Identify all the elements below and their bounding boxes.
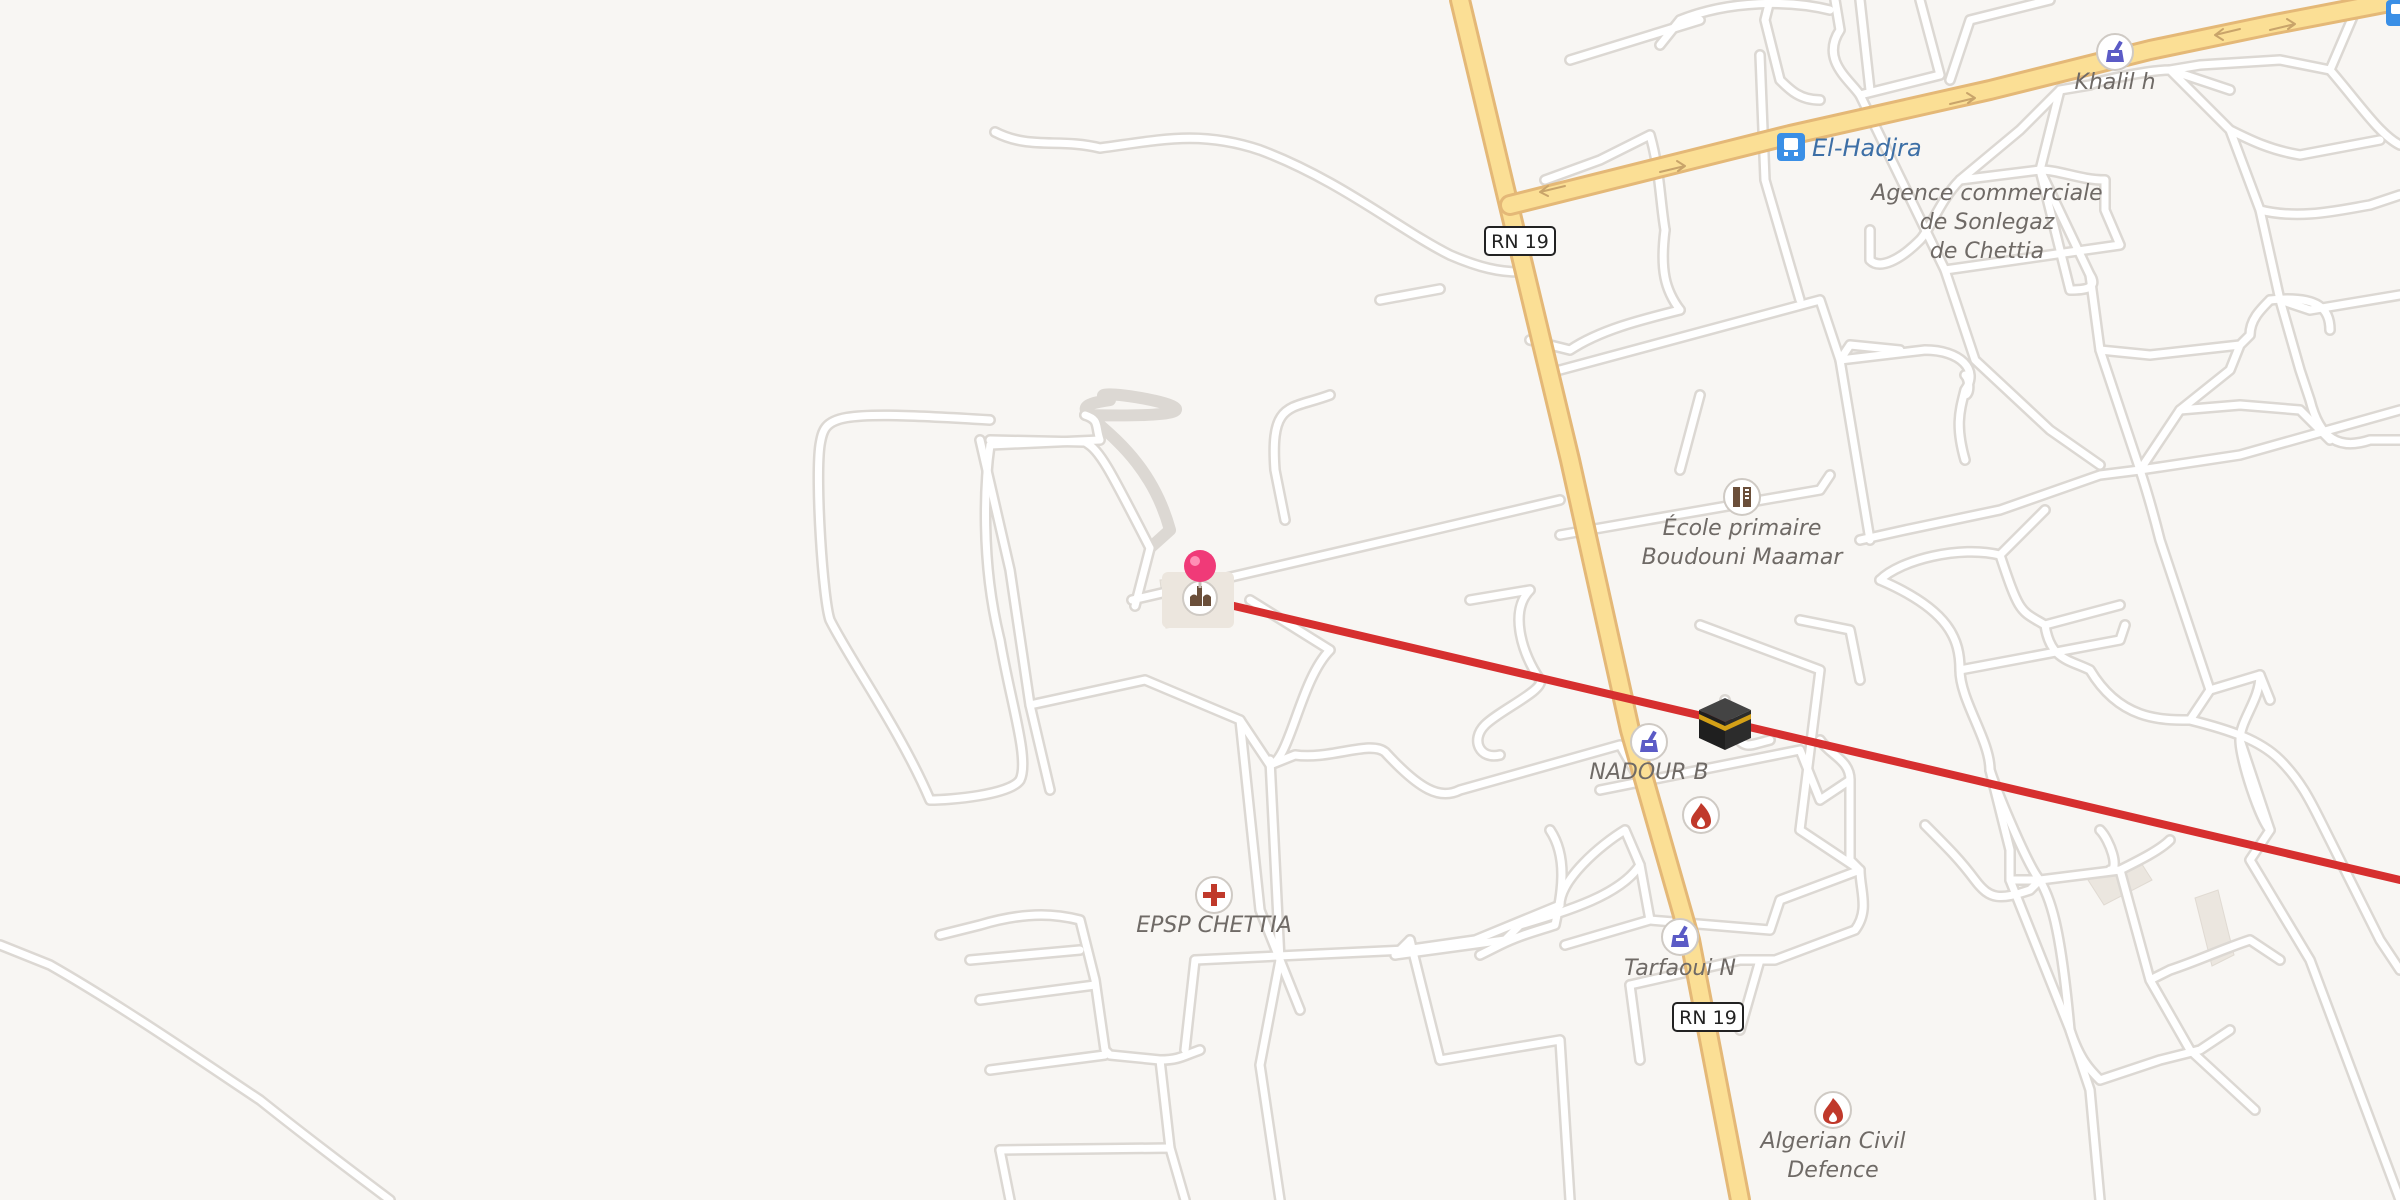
pharmacy-icon — [2096, 33, 2134, 71]
pharmacy-icon — [1630, 723, 1668, 761]
poi-label: Khalil h — [2074, 70, 2155, 95]
bus-stop-el-hadjra[interactable]: El-Hadjra — [1777, 133, 1922, 162]
poi-label: NADOUR B — [1589, 760, 1708, 785]
map-canvas[interactable]: RN 19 RN 19 El-Hadjra Khalil h Agence co… — [0, 0, 2400, 1200]
poi-epsp-chettia[interactable]: EPSP CHETTIA — [1136, 876, 1292, 938]
bus-icon — [1777, 133, 1805, 161]
poi-label-line3: de Chettia — [1930, 239, 2044, 264]
road-shield-label: RN 19 — [1679, 1007, 1737, 1029]
poi-label: EPSP CHETTIA — [1136, 913, 1292, 938]
fire-station-icon — [1814, 1091, 1852, 1129]
poi-fire-station[interactable] — [1682, 796, 1720, 834]
pharmacy-icon — [1661, 918, 1699, 956]
arterial-road-el-hadjra — [1499, 0, 2400, 216]
poi-label: Tarfaoui N — [1624, 956, 1736, 981]
road-shield-rn19-north: RN 19 — [1484, 226, 1556, 256]
route-line — [1196, 594, 2400, 884]
poi-label-line1: Agence commerciale — [1869, 181, 2102, 206]
road-shield-label: RN 19 — [1491, 231, 1549, 253]
school-icon — [1723, 478, 1761, 516]
bus-icon — [2386, 0, 2400, 26]
hospital-cross-icon — [1195, 876, 1233, 914]
poi-algerian-civil-defence[interactable]: Algerian Civil Defence — [1759, 1091, 1906, 1183]
bus-stop-label: El-Hadjra — [1812, 134, 1922, 162]
road-shield-rn19-south: RN 19 — [1672, 1002, 1744, 1032]
poi-label-line1: École primaire — [1663, 515, 1822, 541]
poi-label-line2: Defence — [1787, 1158, 1878, 1183]
poi-label-line1: Algerian Civil — [1759, 1129, 1906, 1154]
fire-station-icon — [1682, 796, 1720, 834]
poi-label-line2: de Sonlegaz — [1920, 210, 2055, 235]
poi-label-line2: Boudouni Maamar — [1642, 545, 1845, 570]
